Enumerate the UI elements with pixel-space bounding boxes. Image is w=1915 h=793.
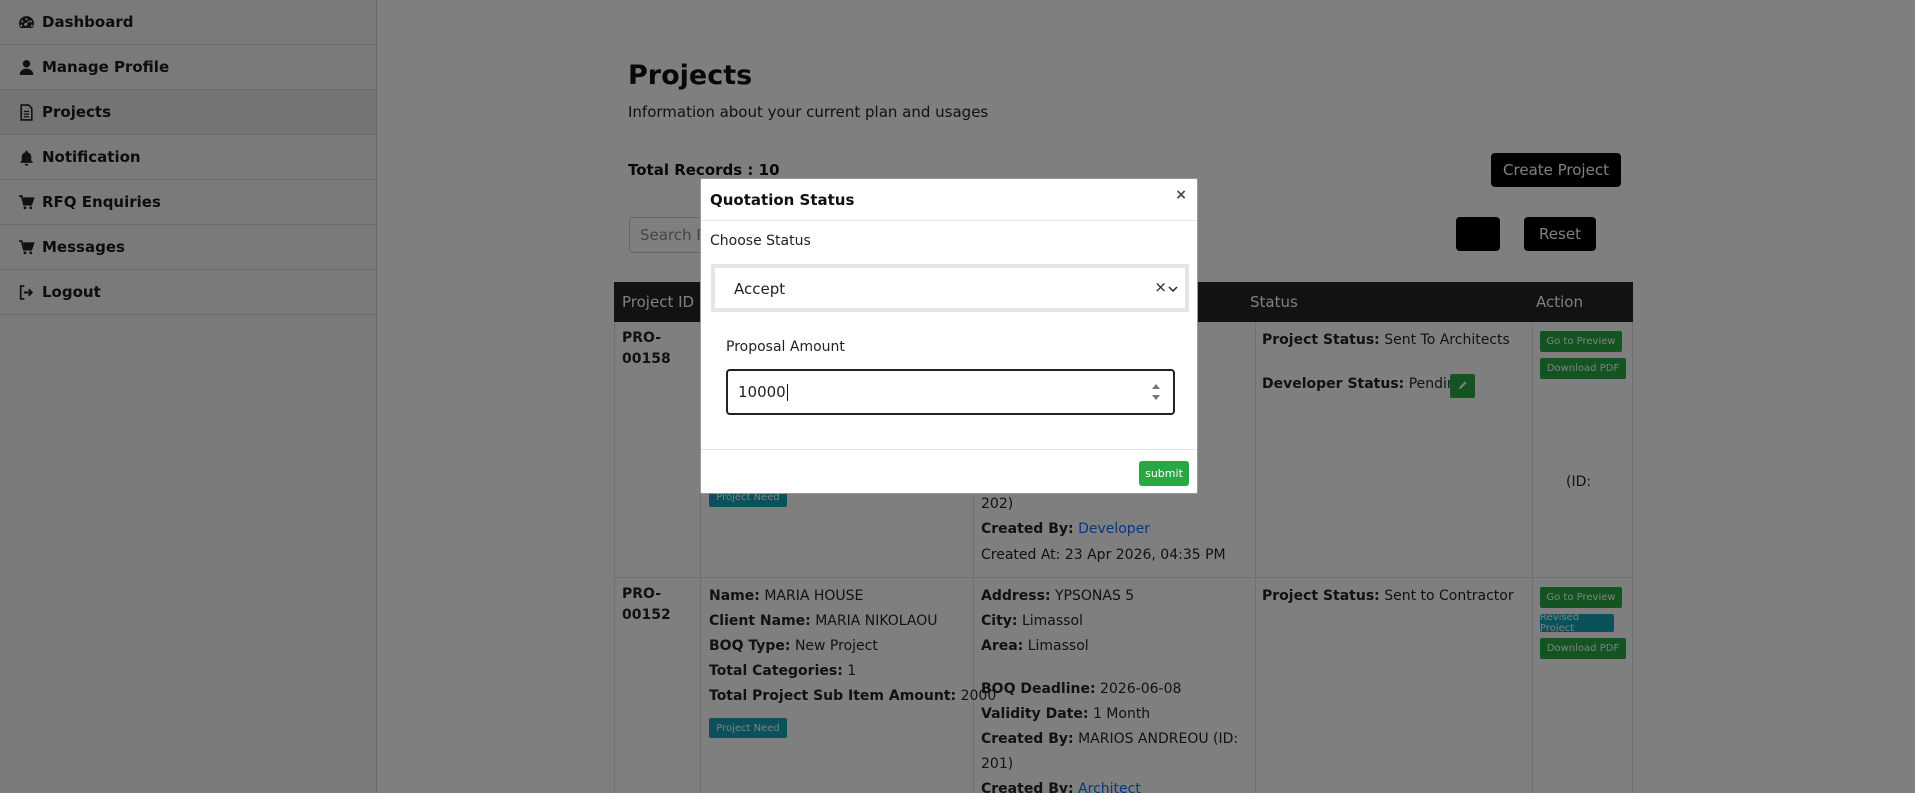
modal-title: Quotation Status [710, 190, 855, 209]
text-cursor [786, 384, 788, 401]
number-stepper-icon[interactable] [1151, 380, 1161, 404]
status-select-value: Accept [734, 280, 786, 298]
submit-button[interactable]: submit [1139, 461, 1189, 486]
modal-footer [701, 449, 1197, 450]
close-icon[interactable]: × [1175, 187, 1187, 203]
proposal-amount-label: Proposal Amount [726, 339, 845, 355]
status-select[interactable]: Accept × [711, 264, 1189, 312]
proposal-amount-input[interactable]: 10000 [726, 369, 1175, 415]
chevron-down-icon[interactable] [1167, 281, 1179, 293]
quotation-status-modal: Quotation Status × Choose Status Accept … [700, 178, 1198, 494]
proposal-amount-text: 10000 [738, 383, 786, 401]
modal-header: Quotation Status × [701, 179, 1197, 221]
choose-status-label: Choose Status [710, 233, 811, 249]
proposal-amount-value: 10000 [738, 383, 788, 401]
clear-icon[interactable]: × [1154, 278, 1167, 296]
